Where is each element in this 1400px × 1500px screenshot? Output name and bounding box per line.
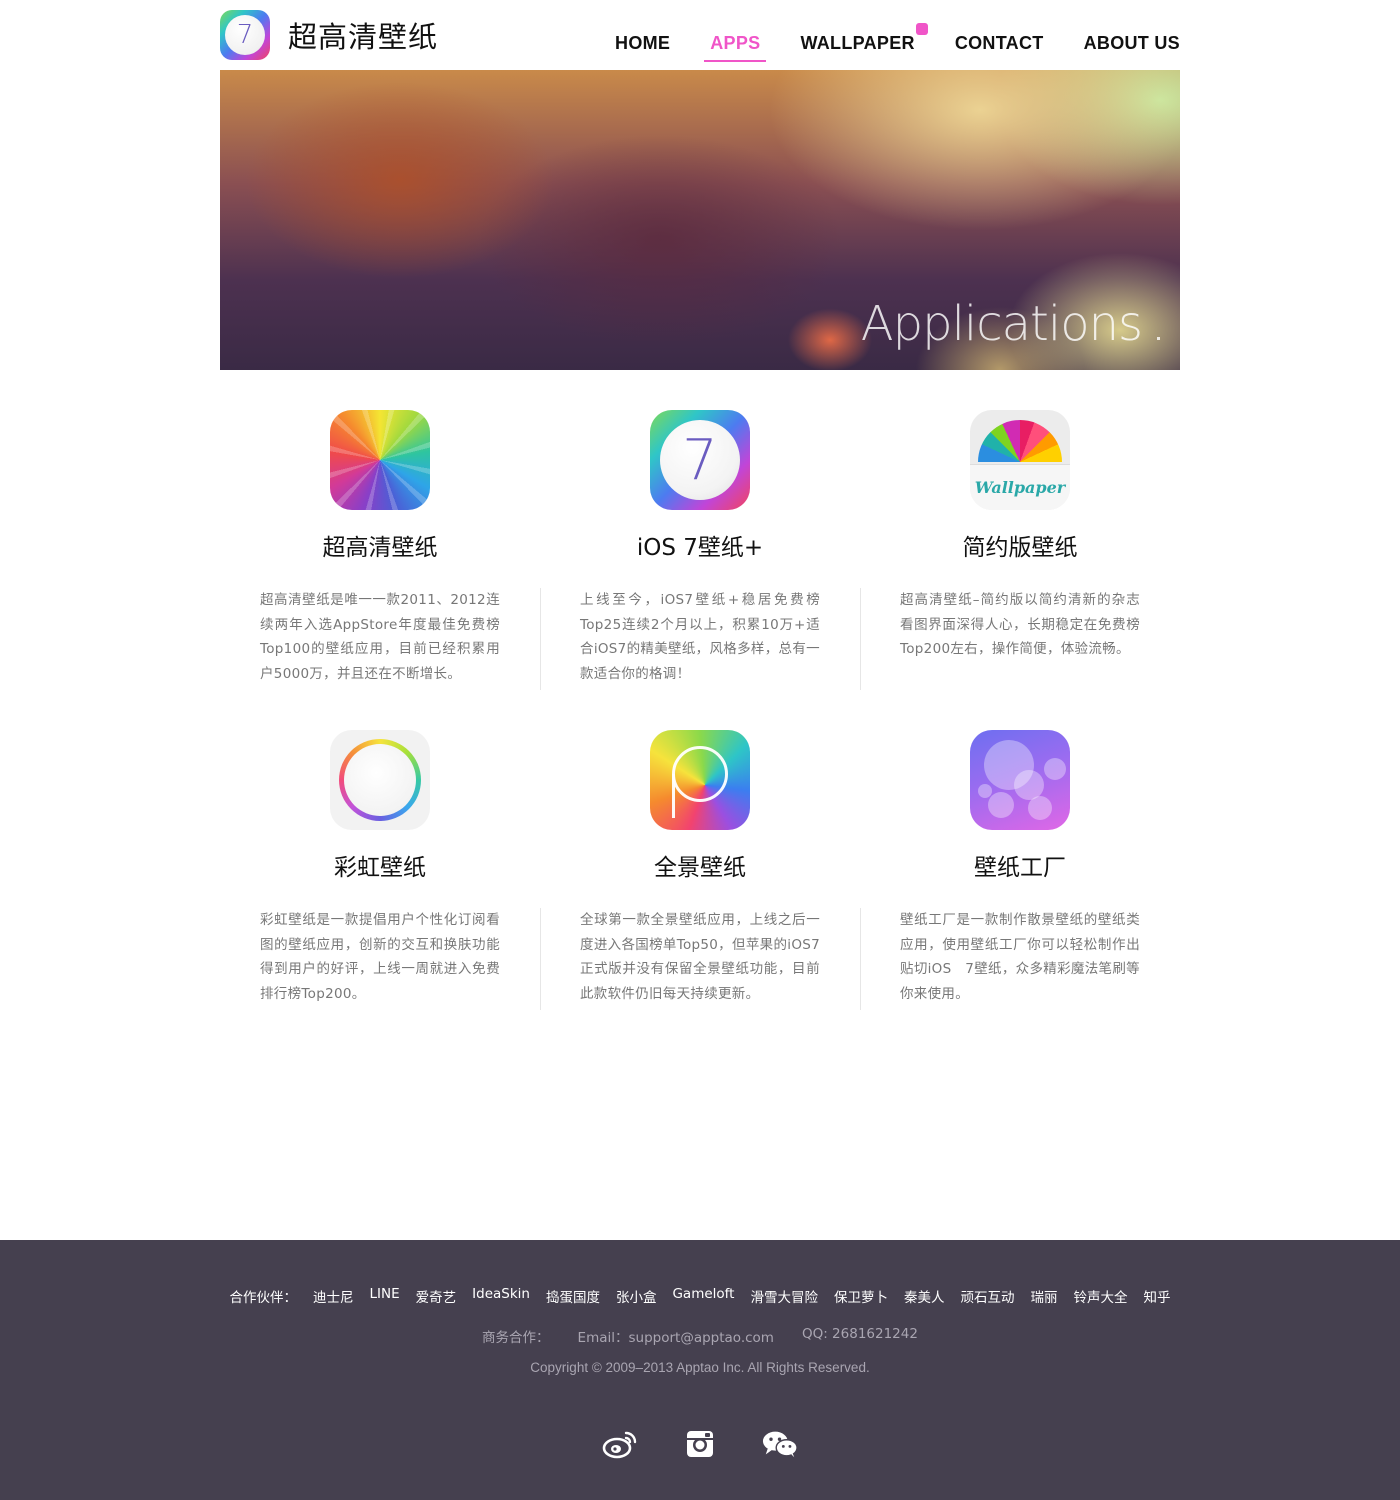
app-name[interactable]: 全景壁纸 [540, 848, 860, 882]
app-name[interactable]: 超高清壁纸 [220, 528, 540, 562]
column-divider [540, 908, 541, 1010]
partner-link[interactable]: IdeaSkin [472, 1286, 530, 1306]
panorama-app-icon[interactable] [650, 730, 750, 830]
biz-label: 商务合作： [482, 1330, 550, 1346]
nav-apps[interactable]: APPS [704, 33, 767, 62]
app-name[interactable]: iOS 7壁纸+ [540, 528, 860, 562]
partner-link[interactable]: 爱奇艺 [416, 1286, 457, 1306]
app-card: 7 iOS 7壁纸+ 上线至今，iOS7壁纸+稳居免费榜Top25连续2个月以上… [540, 410, 860, 710]
nav-home[interactable]: HOME [615, 33, 670, 60]
partners-list: 合作伙伴： 迪士尼 LINE 爱奇艺 IdeaSkin 捣蛋国度 张小盒 Gam… [0, 1286, 1400, 1306]
app-name[interactable]: 彩虹壁纸 [220, 848, 540, 882]
bokeh-factory-app-icon[interactable] [970, 730, 1070, 830]
wechat-icon[interactable] [762, 1426, 798, 1462]
partner-link[interactable]: 知乎 [1143, 1286, 1170, 1306]
p-letter-stem [672, 774, 675, 818]
rainbow-ring-app-icon[interactable] [330, 730, 430, 830]
social-links [0, 1426, 1400, 1462]
partner-link[interactable]: 铃声大全 [1073, 1286, 1127, 1306]
instagram-icon[interactable] [682, 1426, 718, 1462]
rainbow-ring-icon [339, 739, 421, 821]
app-card: 壁纸工厂 壁纸工厂是一款制作散景壁纸的壁纸类应用，使用壁纸工厂你可以轻松制作出贴… [860, 730, 1180, 1030]
hero-banner: Applications [220, 70, 1180, 370]
fan-wallpaper-app-icon[interactable]: Wallpaper [970, 410, 1070, 510]
app-card: 彩虹壁纸 彩虹壁纸是一款提倡用户个性化订阅看图的壁纸应用，创新的交互和换肤功能得… [220, 730, 540, 1030]
notification-badge [915, 23, 928, 35]
partners-label: 合作伙伴： [229, 1290, 298, 1306]
partner-link[interactable]: 张小盒 [616, 1286, 657, 1306]
site-footer: 合作伙伴： 迪士尼 LINE 爱奇艺 IdeaSkin 捣蛋国度 张小盒 Gam… [0, 1240, 1400, 1500]
app-description: 壁纸工厂是一款制作散景壁纸的壁纸类应用，使用壁纸工厂你可以轻松制作出贴切iOS … [900, 912, 1140, 1002]
column-divider [860, 908, 861, 1010]
bokeh-circle [1044, 758, 1066, 780]
ios7-app-icon[interactable]: 7 [650, 410, 750, 510]
main-nav: HOME APPS WALLPAPER CONTACT ABOUT US [575, 23, 1180, 62]
nav-wallpaper-label: WALLPAPER [800, 33, 915, 53]
copyright: Copyright © 2009–2013 Apptao Inc. All Ri… [530, 1360, 870, 1375]
swirl-app-icon[interactable] [330, 410, 430, 510]
logo-numeral: 7 [225, 15, 265, 55]
site-header: 7 超高清壁纸 HOME APPS WALLPAPER CONTACT ABOU… [220, 0, 1180, 70]
email-link[interactable]: Email：support@apptao.com [578, 1326, 774, 1346]
app-description: 超高清壁纸–简约版以简约清新的杂志看图界面深得人心，长期稳定在免费榜Top200… [900, 592, 1140, 657]
app-description: 彩虹壁纸是一款提倡用户个性化订阅看图的壁纸应用，创新的交互和换肤功能得到用户的好… [260, 912, 500, 1002]
banner-title: Applications [860, 296, 1143, 352]
app-description: 超高清壁纸是唯一一款2011、2012连续两年入选AppStore年度最佳免费榜… [260, 592, 500, 682]
ios7-numeral: 7 [660, 420, 740, 500]
p-letter-icon [672, 746, 728, 802]
column-divider [860, 588, 861, 690]
column-divider [540, 588, 541, 690]
partner-link[interactable]: 瑞丽 [1030, 1286, 1057, 1306]
partner-link[interactable]: 顽石互动 [960, 1286, 1014, 1306]
partner-link[interactable]: 迪士尼 [313, 1286, 354, 1306]
nav-contact[interactable]: CONTACT [955, 33, 1044, 60]
app-card: 全景壁纸 全球第一款全景壁纸应用，上线之后一度进入各国榜单Top50，但苹果的i… [540, 730, 860, 1030]
nav-about-us[interactable]: ABOUT US [1084, 33, 1180, 60]
partner-link[interactable]: 滑雪大冒险 [750, 1286, 818, 1306]
app-name[interactable]: 壁纸工厂 [860, 848, 1180, 882]
qq-number: QQ: 2681621242 [801, 1326, 918, 1342]
app-card: 超高清壁纸 超高清壁纸是唯一一款2011、2012连续两年入选AppStore年… [220, 410, 540, 710]
weibo-icon[interactable] [602, 1426, 638, 1462]
bokeh-circle [1028, 796, 1052, 820]
partner-link[interactable]: 保卫萝卜 [834, 1286, 888, 1306]
business-contact: 商务合作： Email：support@apptao.com QQ: 26816… [0, 1326, 1400, 1346]
site-title[interactable]: 超高清壁纸 [288, 14, 438, 56]
partner-link[interactable]: 捣蛋国度 [546, 1286, 600, 1306]
partner-link[interactable]: 秦美人 [904, 1286, 945, 1306]
bokeh-circle [988, 792, 1014, 818]
app-card: Wallpaper 简约版壁纸 超高清壁纸–简约版以简约清新的杂志看图界面深得人… [860, 410, 1180, 710]
logo-icon[interactable]: 7 [220, 10, 270, 60]
partner-link[interactable]: Gameloft [672, 1286, 734, 1306]
bokeh-circle [978, 784, 992, 798]
app-description: 全球第一款全景壁纸应用，上线之后一度进入各国榜单Top50，但苹果的iOS7正式… [580, 912, 820, 1002]
icon-label: Wallpaper [970, 464, 1070, 510]
app-name[interactable]: 简约版壁纸 [860, 528, 1180, 562]
partner-link[interactable]: LINE [370, 1286, 400, 1306]
banner-dot [1157, 337, 1160, 340]
nav-wallpaper[interactable]: WALLPAPER [800, 23, 928, 60]
app-description: 上线至今，iOS7壁纸+稳居免费榜Top25连续2个月以上，积累10万+适合iO… [580, 592, 820, 682]
